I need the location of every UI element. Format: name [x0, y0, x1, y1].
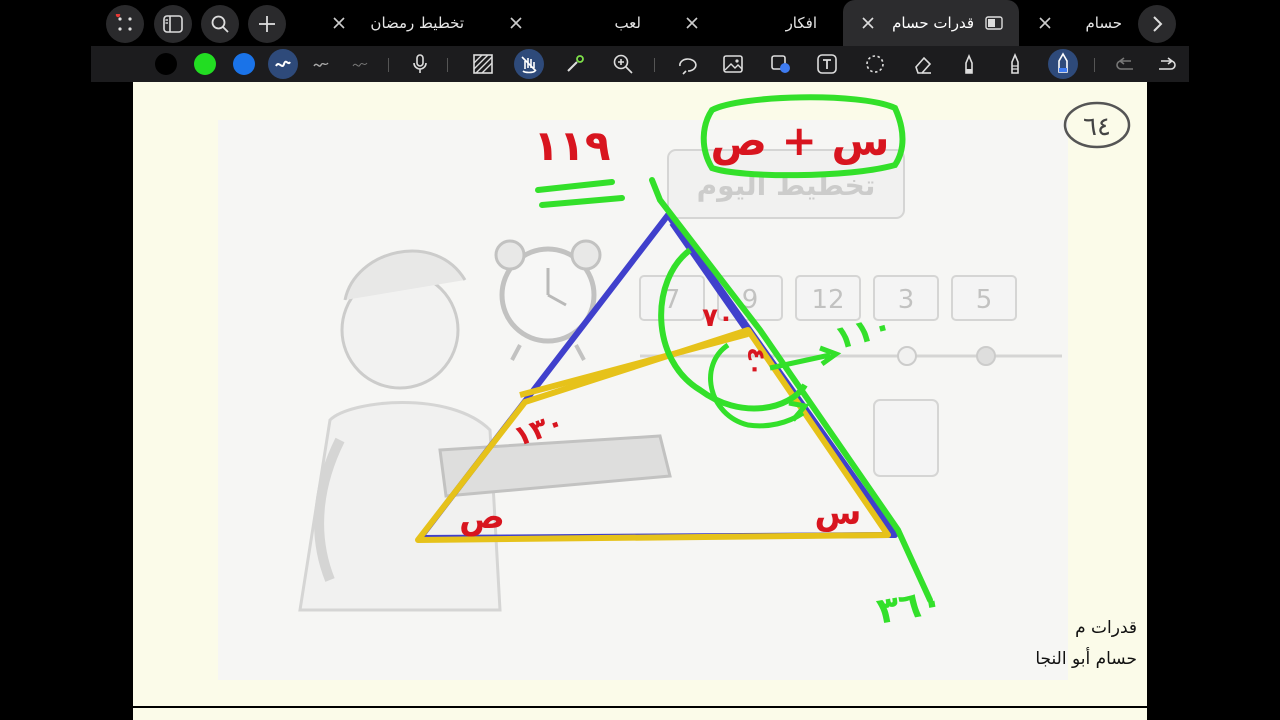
- worksheet-illustration: تخطيط اليوم 7 9 12 3 5: [298, 149, 1062, 612]
- timeline-number: 12: [811, 285, 844, 315]
- annotation-expression: س + ص: [711, 116, 890, 166]
- annotation-canvas[interactable]: تخطيط اليوم 7 9 12 3 5 ٦٤ ١١٩ س + ص ٧٠ ٤…: [0, 0, 1280, 720]
- caption-line-1: قدرات م: [1075, 618, 1137, 638]
- annotation-angle-inner: ٤٠: [742, 347, 770, 376]
- page-number: ٦٤: [1063, 101, 1131, 149]
- annotation-angle-top: ٧٠: [702, 303, 734, 333]
- equals-marks: [535, 179, 625, 208]
- page-number-text: ٦٤: [1083, 112, 1111, 142]
- caption-line-2: حسام أبو النجا: [1035, 649, 1137, 669]
- annotation-360: ٣٦٠: [874, 581, 946, 633]
- annotation-119: ١١٩: [534, 121, 611, 170]
- annotation-x: س: [815, 493, 862, 533]
- annotation-y: ص: [459, 497, 505, 537]
- timeline-number: 3: [898, 285, 915, 315]
- timeline-number: 5: [976, 285, 993, 315]
